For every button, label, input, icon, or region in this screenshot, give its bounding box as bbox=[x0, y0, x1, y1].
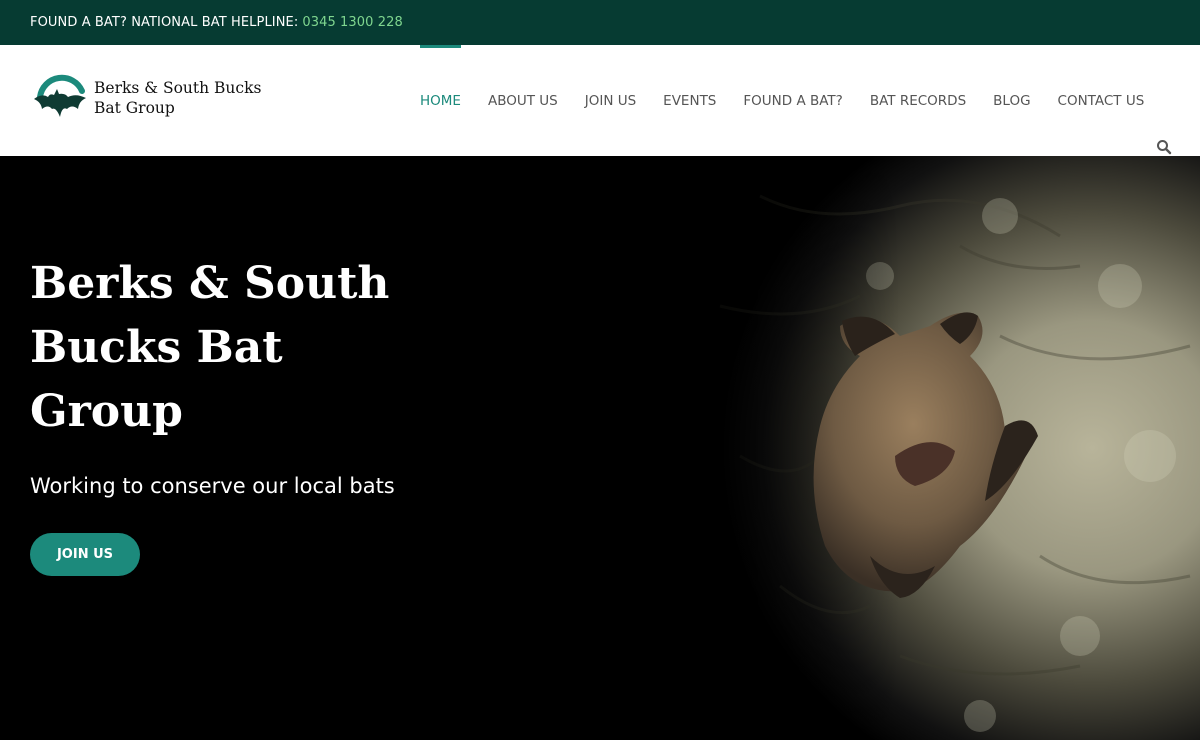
nav-events[interactable]: EVENTS bbox=[663, 45, 716, 156]
site-header: Berks & South Bucks Bat Group HOME ABOUT… bbox=[0, 45, 1200, 156]
hero-title: Berks & South Bucks Bat Group bbox=[30, 258, 390, 437]
helpline-number[interactable]: 0345 1300 228 bbox=[302, 15, 403, 30]
logo-text: Berks & South Bucks Bat Group bbox=[94, 78, 261, 118]
site-logo[interactable]: Berks & South Bucks Bat Group bbox=[32, 73, 261, 123]
bat-logo-icon bbox=[34, 74, 86, 117]
logo-line-2: Bat Group bbox=[94, 99, 175, 117]
hero-subtitle: Working to conserve our local bats bbox=[30, 474, 395, 498]
nav-blog[interactable]: BLOG bbox=[993, 45, 1030, 156]
main-nav: HOME ABOUT US JOIN US EVENTS FOUND A BAT… bbox=[420, 45, 1171, 156]
helpline-text: FOUND A BAT? NATIONAL BAT HELPLINE: bbox=[30, 15, 299, 30]
hero-section: Berks & South Bucks Bat Group Working to… bbox=[0, 156, 1200, 740]
hero-bat-image bbox=[0, 156, 1200, 740]
nav-about-us[interactable]: ABOUT US bbox=[488, 45, 558, 156]
logo-line-1: Berks & South Bucks bbox=[94, 79, 262, 97]
nav-contact-us[interactable]: CONTACT US bbox=[1058, 45, 1145, 156]
search-icon[interactable] bbox=[1156, 139, 1172, 155]
top-bar: FOUND A BAT? NATIONAL BAT HELPLINE: 0345… bbox=[0, 0, 1200, 45]
nav-join-us[interactable]: JOIN US bbox=[585, 45, 636, 156]
nav-bat-records[interactable]: BAT RECORDS bbox=[870, 45, 966, 156]
nav-found-a-bat[interactable]: FOUND A BAT? bbox=[743, 45, 842, 156]
join-us-button[interactable]: JOIN US bbox=[30, 533, 140, 576]
nav-home[interactable]: HOME bbox=[420, 45, 461, 156]
